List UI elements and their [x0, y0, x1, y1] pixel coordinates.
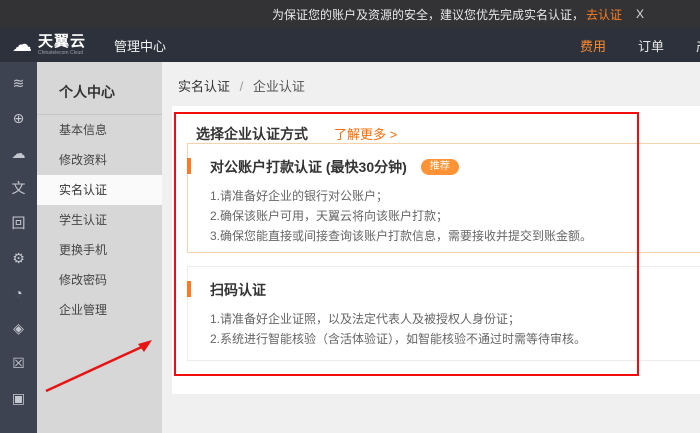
sidebar-item-change-phone[interactable]: 更换手机	[37, 235, 162, 265]
translate-icon[interactable]: 文	[8, 177, 30, 199]
list-item: 2.确保该账户可用，天翼云将向该账户打款；	[210, 206, 700, 226]
panel-header: 选择企业认证方式 了解更多 >	[172, 106, 700, 144]
compass-icon[interactable]: ⊕	[8, 107, 30, 129]
breadcrumb-separator: /	[240, 79, 244, 94]
list-item: 3.确保您能直接或间接查询该账户打款信息，需要接收并提交到账金额。	[210, 226, 700, 246]
sidebar-item-edit-profile[interactable]: 修改资料	[37, 145, 162, 175]
sidebar-item-basic-info[interactable]: 基本信息	[37, 115, 162, 145]
go-authenticate-link[interactable]: 去认证	[586, 6, 622, 23]
layers-icon[interactable]: ≋	[8, 72, 30, 94]
shield-icon[interactable]: ◈	[8, 317, 30, 339]
nav-link-billing[interactable]: 费用	[580, 36, 606, 55]
sidebar-item-realname-auth[interactable]: 实名认证	[37, 175, 162, 205]
sidebar-personal-center: 个人中心 基本信息 修改资料 实名认证 学生认证 更换手机 修改密码 企业管理	[37, 62, 162, 433]
cloud-icon[interactable]: ☁	[8, 142, 30, 164]
notification-message: 为保证您的账户及资源的安全，建议您优先完成实名认证，	[272, 6, 584, 23]
card-qrcode-steps: 1.请准备好企业证照，以及法定代表人及被授权人身份证；2.系统进行智能核验（含活…	[210, 309, 700, 349]
list-item: 1.请准备好企业证照，以及法定代表人及被授权人身份证；	[210, 309, 700, 329]
brand-logo[interactable]: ☁ 天翼云 Chinatelecom Cloud	[12, 34, 86, 56]
card-bank-transfer-steps: 1.请准备好企业的银行对公账户；2.确保该账户可用，天翼云将向该账户打款；3.确…	[210, 186, 700, 246]
sidebar-item-student-auth[interactable]: 学生认证	[37, 205, 162, 235]
brand-name: 天翼云	[38, 34, 86, 49]
navbar-links: 费用 订单 产品	[580, 28, 700, 62]
breadcrumb-realname-auth[interactable]: 实名认证	[178, 79, 230, 94]
console-icon[interactable]: 回	[8, 212, 30, 234]
card-bank-transfer-auth[interactable]: 对公账户打款认证 (最快30分钟) 推荐 1.请准备好企业的银行对公账户；2.确…	[187, 143, 700, 253]
orange-marker	[187, 158, 191, 174]
recommended-badge: 推荐	[421, 159, 459, 175]
auth-method-panel: 选择企业认证方式 了解更多 > 对公账户打款认证 (最快30分钟) 推荐 1.请…	[172, 106, 700, 394]
main-content: 实名认证 / 企业认证 选择企业认证方式 了解更多 > 对公账户打款认证 (最快…	[162, 62, 700, 433]
close-icon[interactable]: X	[632, 7, 648, 21]
brand-subtitle: Chinatelecom Cloud	[38, 51, 86, 56]
section-title: 选择企业认证方式	[196, 124, 308, 144]
card-qrcode-auth[interactable]: 扫码认证 1.请准备好企业证照，以及法定代表人及被授权人身份证；2.系统进行智能…	[187, 266, 700, 361]
image-icon[interactable]: ▣	[8, 387, 30, 409]
icon-rail: ≋ ⊕ ☁ 文 回 ⚙ ◔ ◈ ☒ ▣	[0, 62, 37, 433]
services-icon[interactable]: ☒	[8, 352, 30, 374]
top-navbar: ☁ 天翼云 Chinatelecom Cloud 管理中心 费用 订单 产品	[0, 28, 700, 62]
orange-marker	[187, 281, 191, 297]
card-title-qrcode: 扫码认证	[210, 280, 266, 300]
list-item: 2.系统进行智能核验（含活体验证），如智能核验不通过时需等待审核。	[210, 329, 700, 349]
breadcrumb-enterprise-auth: 企业认证	[253, 79, 305, 94]
sidebar-item-change-password[interactable]: 修改密码	[37, 265, 162, 295]
console-center-link[interactable]: 管理中心	[114, 36, 166, 55]
breadcrumb: 实名认证 / 企业认证	[162, 62, 700, 95]
nav-link-products[interactable]: 产品	[696, 36, 700, 55]
nav-link-orders[interactable]: 订单	[638, 36, 664, 55]
learn-more-link[interactable]: 了解更多 >	[334, 124, 397, 143]
cloud-logo-icon: ☁	[12, 35, 32, 55]
settings-icon[interactable]: ⚙	[8, 247, 30, 269]
card-title-bank-transfer: 对公账户打款认证 (最快30分钟)	[210, 157, 407, 177]
notification-bar: 为保证您的账户及资源的安全，建议您优先完成实名认证， 去认证 X	[0, 0, 700, 28]
sidebar-title: 个人中心	[37, 62, 162, 115]
list-item: 1.请准备好企业的银行对公账户；	[210, 186, 700, 206]
cloud-monitor-icon[interactable]: ◔	[8, 282, 30, 304]
sidebar-item-enterprise-management[interactable]: 企业管理	[37, 295, 162, 325]
